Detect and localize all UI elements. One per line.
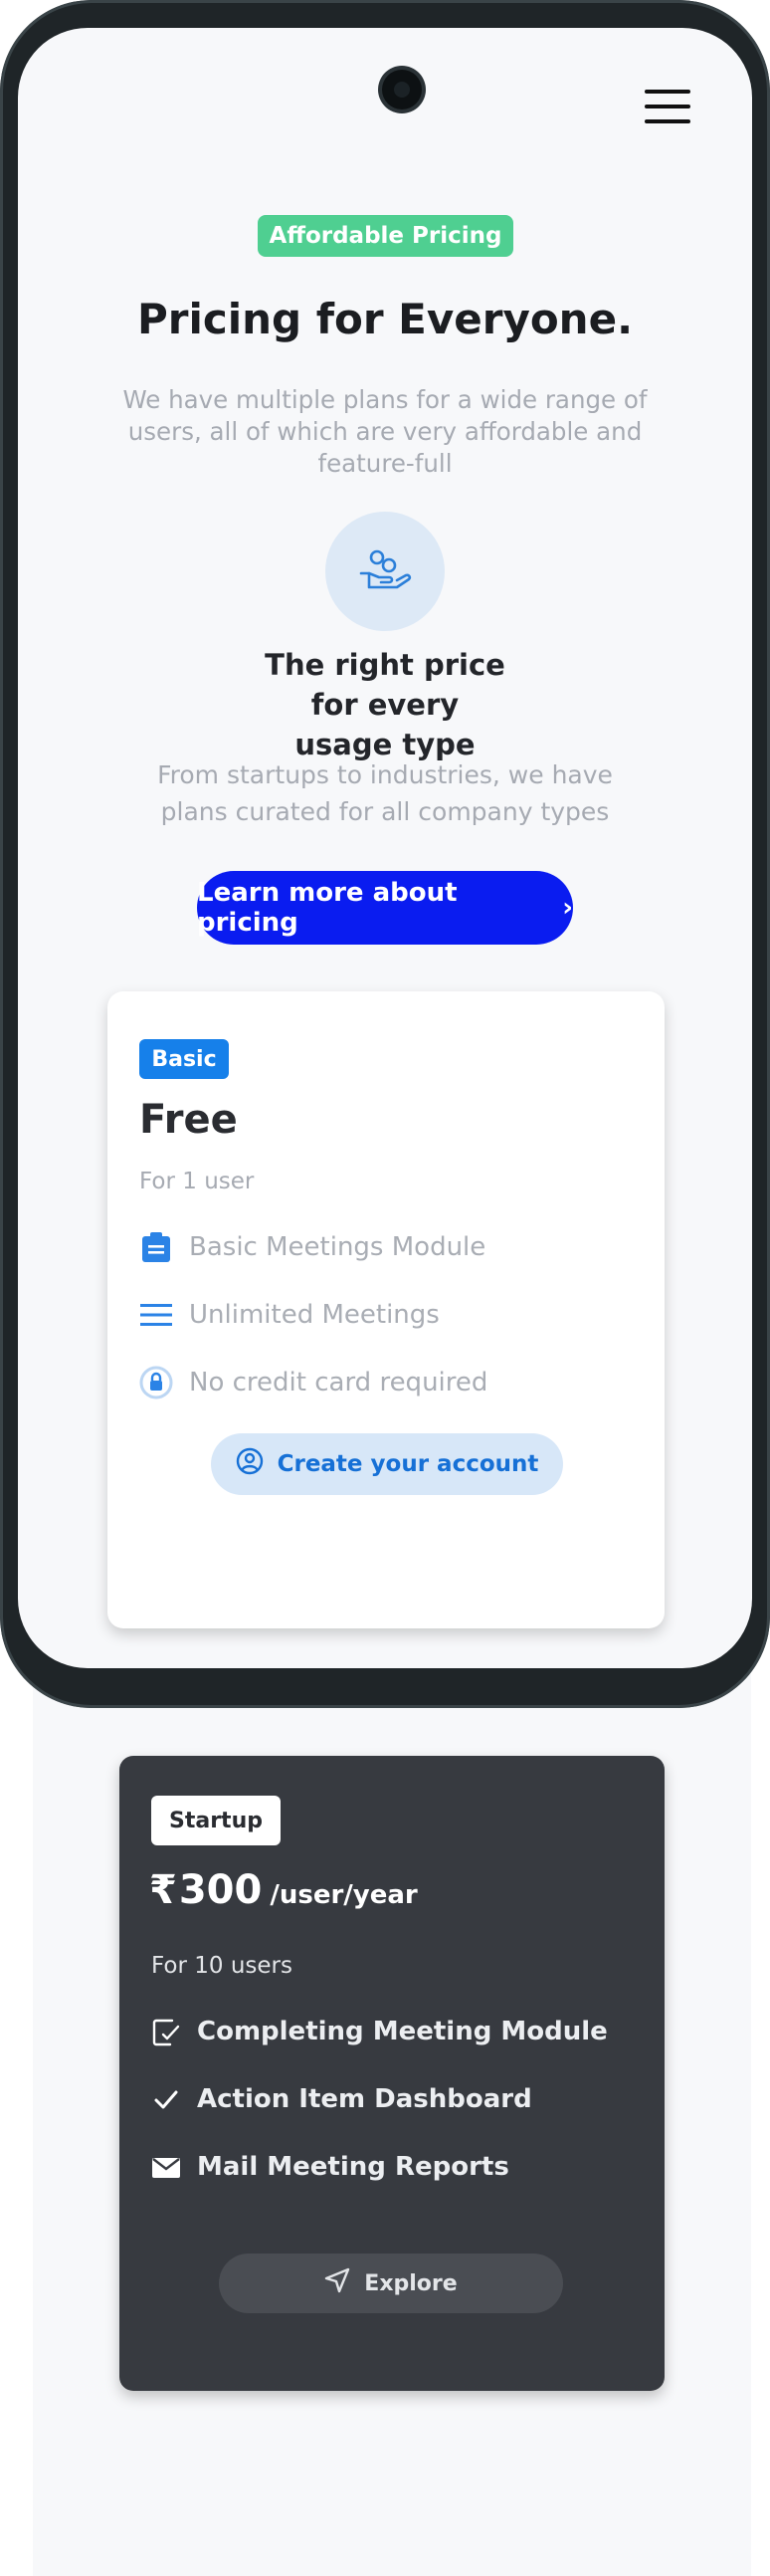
user-circle-icon (236, 1447, 264, 1481)
plan-feature-label: Unlimited Meetings (189, 1300, 440, 1330)
plan-price-amount: 300 (178, 1867, 263, 1913)
plan-feature-label: No credit card required (189, 1368, 488, 1397)
plan-price-basic: Free (139, 1097, 238, 1143)
plan-feature-item: Completing Meeting Module (151, 2017, 608, 2046)
hamburger-menu-icon[interactable] (645, 90, 690, 123)
briefcase-icon (139, 1230, 173, 1264)
plan-tag-startup: Startup (151, 1796, 281, 1845)
plan-feature-item: Action Item Dashboard (151, 2084, 532, 2114)
send-icon (324, 2267, 350, 2299)
chevron-right-icon: › (562, 893, 573, 923)
learn-more-pricing-button[interactable]: Learn more about pricing › (197, 871, 573, 945)
mail-icon (151, 2152, 181, 2182)
plan-price-startup: ₹ 300 /user/year (149, 1867, 418, 1913)
phone-frame: Affordable Pricing Pricing for Everyone.… (0, 0, 770, 1708)
right-price-heading: The right price for every usage type (265, 648, 505, 761)
affordable-pricing-badge: Affordable Pricing (258, 215, 513, 257)
plan-feature-item: No credit card required (139, 1366, 487, 1399)
hand-coin-icon (325, 512, 445, 631)
check-icon (151, 2084, 181, 2114)
currency-symbol: ₹ (149, 1867, 177, 1913)
explore-label: Explore (364, 2270, 458, 2296)
create-account-button[interactable]: Create your account (211, 1433, 563, 1495)
plan-price-period: /user/year (270, 1880, 418, 1910)
plan-feature-item: Basic Meetings Module (139, 1230, 485, 1264)
plan-feature-label: Mail Meeting Reports (197, 2152, 509, 2182)
page-title: Pricing for Everyone. (136, 295, 634, 343)
plan-feature-label: Completing Meeting Module (197, 2017, 608, 2046)
create-account-label: Create your account (277, 1451, 539, 1477)
explore-button[interactable]: Explore (219, 2254, 563, 2313)
right-price-text: From startups to industries, we have pla… (157, 760, 613, 826)
page-subtitle: We have multiple plans for a wide range … (122, 385, 648, 478)
plan-feature-item: Mail Meeting Reports (151, 2152, 509, 2182)
plan-feature-item: Unlimited Meetings (139, 1298, 440, 1332)
phone-screen: Affordable Pricing Pricing for Everyone.… (18, 28, 752, 1668)
plan-users-basic: For 1 user (139, 1169, 255, 1194)
plan-feature-label: Basic Meetings Module (189, 1232, 486, 1262)
plan-card-startup: Startup ₹ 300 /user/year For 10 users Co… (119, 1756, 665, 2391)
list-lines-icon (139, 1298, 173, 1332)
front-camera (382, 70, 422, 109)
plan-tag-basic: Basic (139, 1039, 229, 1079)
plan-feature-label: Action Item Dashboard (197, 2084, 532, 2114)
learn-more-label: Learn more about pricing (197, 878, 458, 938)
clipboard-check-icon (151, 2017, 181, 2046)
plan-users-startup: For 10 users (151, 1953, 292, 1979)
plan-card-basic: Basic Free For 1 user Basic Meetings Mod… (107, 991, 665, 1628)
lock-icon (139, 1366, 173, 1399)
